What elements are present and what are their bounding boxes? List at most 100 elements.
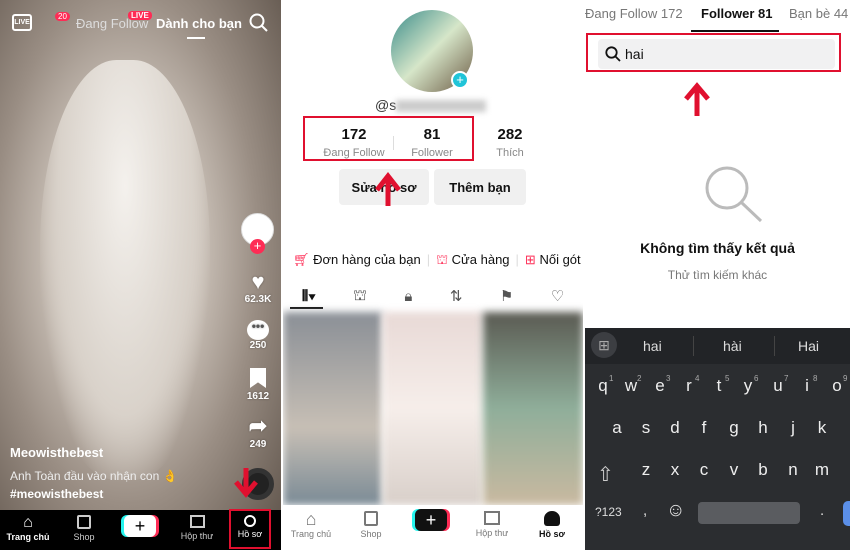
tab-friends[interactable]: Bạn bè 44 bbox=[789, 6, 848, 21]
key-number-hint: 5 bbox=[725, 374, 730, 383]
store-icon: ⛫ bbox=[436, 252, 449, 267]
key-n[interactable]: n bbox=[781, 460, 805, 480]
empty-search-icon bbox=[705, 166, 763, 223]
private-lock-tab-icon[interactable]: 🔒︎ bbox=[404, 288, 412, 305]
heart-icon: ♥ bbox=[251, 269, 265, 294]
video-thumbnail[interactable] bbox=[483, 312, 583, 505]
like-count: 62.3K bbox=[244, 294, 272, 305]
likes-count: 282 bbox=[497, 126, 523, 143]
key-h[interactable]: h bbox=[751, 418, 775, 438]
username: @s bbox=[375, 97, 487, 113]
key-g[interactable]: g bbox=[722, 418, 746, 438]
duet-link[interactable]: ⊞ Nối gót bbox=[525, 252, 581, 270]
profile-icon bbox=[544, 511, 560, 526]
nav-home[interactable]: ⌂ Trang chủ bbox=[3, 514, 53, 542]
add-friend-button[interactable]: Thêm bạn bbox=[434, 169, 526, 205]
key-m[interactable]: m bbox=[810, 460, 834, 480]
search-icon[interactable] bbox=[249, 13, 269, 33]
tab-following[interactable]: Đang Follow 172 bbox=[585, 6, 683, 21]
highlight-box bbox=[303, 116, 474, 161]
nav-profile[interactable]: Hồ sơ bbox=[229, 509, 271, 549]
liked-tab-icon[interactable]: ♡ bbox=[551, 287, 564, 305]
key-number-hint: 3 bbox=[666, 374, 671, 383]
keyboard-menu-icon[interactable]: ⊞ bbox=[591, 332, 617, 358]
key-k[interactable]: k bbox=[810, 418, 834, 438]
key-a[interactable]: a bbox=[605, 418, 629, 438]
live-button[interactable]: LIVE bbox=[12, 14, 32, 31]
nav-label: Shop bbox=[73, 532, 95, 542]
tab-followers[interactable]: Follower 81 bbox=[701, 6, 773, 21]
stat-likes: 282 Thích bbox=[470, 126, 550, 159]
symbols-key[interactable]: ?123 bbox=[595, 505, 622, 519]
comment-icon: ••• bbox=[247, 320, 269, 340]
space-key[interactable] bbox=[698, 502, 800, 524]
key-d[interactable]: d bbox=[663, 418, 687, 438]
nav-label: Trang chủ bbox=[290, 529, 332, 539]
key-number-hint: 7 bbox=[784, 374, 789, 383]
shop-tab-icon[interactable]: ⛫ bbox=[353, 287, 367, 306]
nav-inbox[interactable]: Hộp thư bbox=[172, 514, 222, 541]
comment-count: 250 bbox=[249, 340, 267, 351]
nav-shop[interactable]: Shop bbox=[346, 509, 396, 539]
nav-profile[interactable]: Hồ sơ bbox=[527, 509, 577, 539]
suggestion[interactable]: hài bbox=[723, 338, 742, 354]
shift-key-icon[interactable]: ⇧ bbox=[597, 462, 614, 487]
video-thumbnail[interactable] bbox=[283, 312, 382, 505]
suggestion[interactable]: hai bbox=[643, 338, 662, 354]
nav-home[interactable]: ⌂ Trang chủ bbox=[286, 509, 336, 539]
period-key[interactable]: . bbox=[820, 502, 824, 519]
store-link[interactable]: ⛫ Cửa hàng bbox=[436, 252, 509, 270]
create-button[interactable]: + bbox=[124, 515, 156, 537]
orders-link[interactable]: 🛒︎ Đơn hàng của bạn bbox=[293, 252, 421, 270]
profile-screen: + @s 172 Đang Follow 81 Follower 282 Thích … bbox=[283, 0, 583, 550]
video-caption: Anh Toàn đầu vào nhận con 👌 bbox=[10, 469, 178, 483]
key-number-hint: 8 bbox=[813, 374, 818, 383]
add-avatar-icon[interactable]: + bbox=[451, 71, 469, 89]
follow-plus-icon[interactable]: + bbox=[250, 239, 265, 254]
link-label: Cửa hàng bbox=[451, 252, 510, 267]
red-arrow-up-icon bbox=[375, 171, 401, 206]
key-number-hint: 9 bbox=[843, 374, 848, 383]
live-label: LIVE bbox=[14, 19, 30, 26]
videos-grid-tab-icon[interactable]: ⦀▾ bbox=[302, 288, 316, 305]
comment-button[interactable]: ••• 250 bbox=[240, 320, 276, 351]
key-c[interactable]: c bbox=[692, 460, 716, 480]
save-count: 1612 bbox=[246, 391, 270, 402]
key-s[interactable]: s bbox=[634, 418, 658, 438]
nav-inbox[interactable]: Hộp thư bbox=[467, 509, 517, 538]
key-z[interactable]: z bbox=[634, 460, 658, 480]
repost-tab-icon[interactable]: ⇅ bbox=[450, 287, 463, 305]
tab-for-you[interactable]: Dành cho bạn bbox=[156, 16, 242, 31]
share-button[interactable]: ➦ 249 bbox=[240, 413, 276, 450]
key-b[interactable]: b bbox=[751, 460, 775, 480]
key-j[interactable]: j bbox=[781, 418, 805, 438]
key-f[interactable]: f bbox=[692, 418, 716, 438]
create-button[interactable]: + bbox=[415, 509, 447, 531]
suggestion[interactable]: Hai bbox=[798, 338, 819, 354]
suggestion-divider bbox=[774, 336, 775, 356]
inbox-badge: 20 bbox=[55, 12, 70, 21]
like-button[interactable]: ♥ 62.3K bbox=[240, 269, 276, 306]
cart-icon: 🛒︎ bbox=[293, 252, 310, 267]
inbox-icon bbox=[189, 515, 205, 528]
key-x[interactable]: x bbox=[663, 460, 687, 480]
saved-tab-icon[interactable]: ⚑ bbox=[500, 287, 513, 305]
video-author[interactable]: Meowisthebest bbox=[10, 445, 103, 460]
follower-search-screen: Đang Follow 172 Follower 81 Bạn bè 44 ha… bbox=[585, 0, 850, 550]
red-arrow-down-icon bbox=[234, 468, 258, 498]
video-hashtag[interactable]: #meowisthebest bbox=[10, 487, 103, 501]
comma-key[interactable]: , bbox=[643, 502, 647, 519]
caption-text: Anh Toàn đầu vào nhận con bbox=[10, 469, 160, 483]
username-text: @s bbox=[375, 97, 397, 113]
video-thumbnail[interactable] bbox=[383, 312, 482, 505]
nav-shop[interactable]: Shop bbox=[59, 514, 109, 542]
cat-video[interactable] bbox=[40, 60, 210, 480]
save-button[interactable]: 1612 bbox=[240, 368, 276, 402]
username-blurred bbox=[396, 100, 487, 113]
shop-icon bbox=[364, 511, 378, 526]
caption-emoji: 👌 bbox=[162, 469, 178, 483]
key-v[interactable]: v bbox=[722, 460, 746, 480]
link-label: Nối gót bbox=[539, 252, 581, 267]
enter-key[interactable] bbox=[843, 501, 850, 526]
emoji-key-icon[interactable]: ☺ bbox=[666, 500, 685, 522]
